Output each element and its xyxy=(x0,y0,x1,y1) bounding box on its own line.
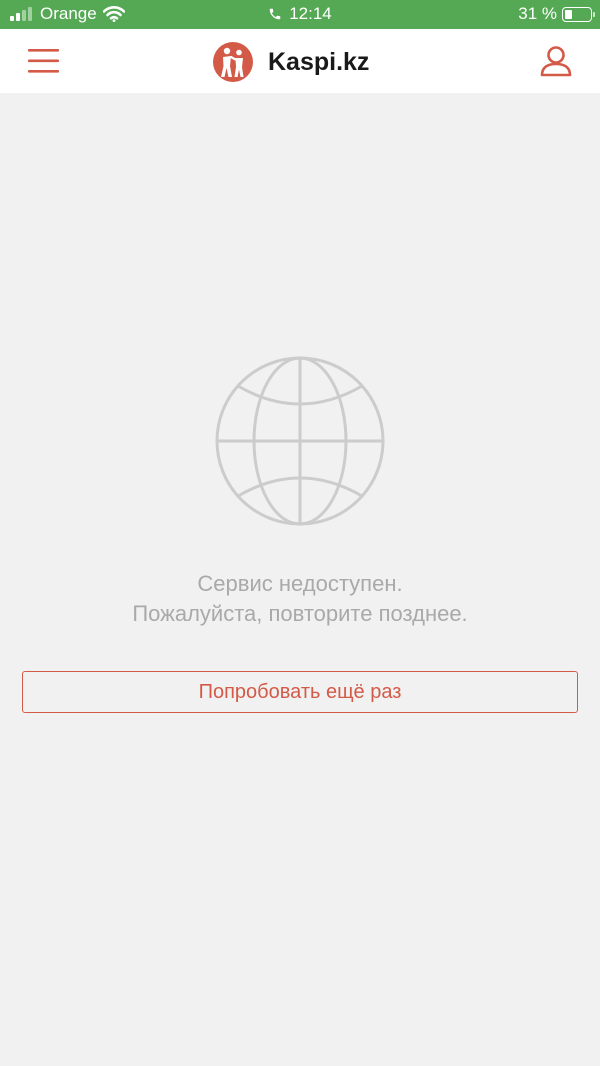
phone-call-icon xyxy=(269,8,281,20)
battery-icon xyxy=(562,6,595,22)
status-right: 31 % xyxy=(518,4,595,24)
status-bar: Orange 12:14 31 % xyxy=(0,0,600,29)
app-header: Kaspi.kz xyxy=(0,29,600,93)
error-message-title: Сервис недоступен. xyxy=(197,571,403,596)
clock-time: 12:14 xyxy=(289,4,332,23)
kaspi-logo-icon xyxy=(213,42,253,82)
hamburger-menu-icon xyxy=(28,49,59,73)
brand[interactable]: Kaspi.kz xyxy=(212,41,369,83)
status-center: 12:14 xyxy=(0,4,600,26)
profile-button[interactable] xyxy=(539,44,573,78)
error-message-subtitle: Пожалуйста, повторите позднее. xyxy=(132,601,468,626)
retry-button[interactable]: Попробовать ещё раз xyxy=(22,671,578,713)
brand-title: Kaspi.kz xyxy=(268,47,370,76)
globe-icon xyxy=(215,356,385,526)
user-profile-icon xyxy=(540,46,572,77)
menu-button[interactable] xyxy=(28,48,60,74)
main-content: Сервис недоступен. Пожалуйста, повторите… xyxy=(0,93,600,1066)
battery-percentage: 31 % xyxy=(518,4,557,23)
battery-level xyxy=(565,9,573,19)
